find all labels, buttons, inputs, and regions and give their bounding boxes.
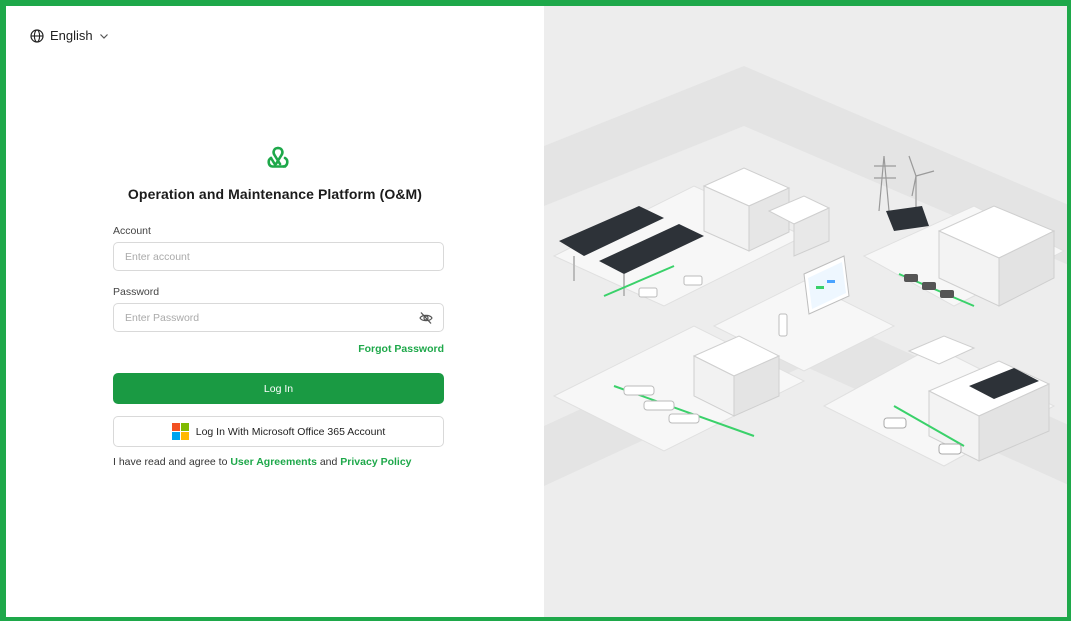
language-selector[interactable]: English [30,28,109,43]
microsoft-logo-icon [171,423,189,440]
forgot-password-link[interactable]: Forgot Password [358,343,444,355]
user-agreements-link[interactable]: User Agreements [230,456,317,468]
microsoft-login-label: Log In With Microsoft Office 365 Account [195,425,386,438]
microsoft-login-button[interactable]: Log In With Microsoft Office 365 Account [113,416,444,447]
login-button[interactable]: Log In [113,373,444,404]
agreement-conjunction: and [319,456,338,468]
account-input[interactable] [125,250,432,263]
language-label: English [50,28,93,43]
hero-illustration [544,6,1067,617]
password-label: Password [113,286,160,298]
globe-icon [30,28,44,43]
account-field-wrapper [113,242,444,271]
chevron-down-icon [99,33,108,39]
password-field-wrapper [113,303,444,332]
password-input[interactable] [125,311,432,324]
page-title: Operation and Maintenance Platform (O&M) [127,186,423,202]
smart-energy-city-illustration [544,66,1067,486]
login-panel: English Operation and Maintenance Platfo… [6,6,544,617]
account-label: Account [113,225,151,237]
agreement-text: I have read and agree to User Agreements… [113,456,412,468]
eye-off-icon[interactable] [418,310,434,326]
app-window: English Operation and Maintenance Platfo… [0,0,1071,621]
agreement-prefix: I have read and agree to [113,456,228,468]
platform-logo-icon [267,146,289,168]
privacy-policy-link[interactable]: Privacy Policy [340,456,411,468]
